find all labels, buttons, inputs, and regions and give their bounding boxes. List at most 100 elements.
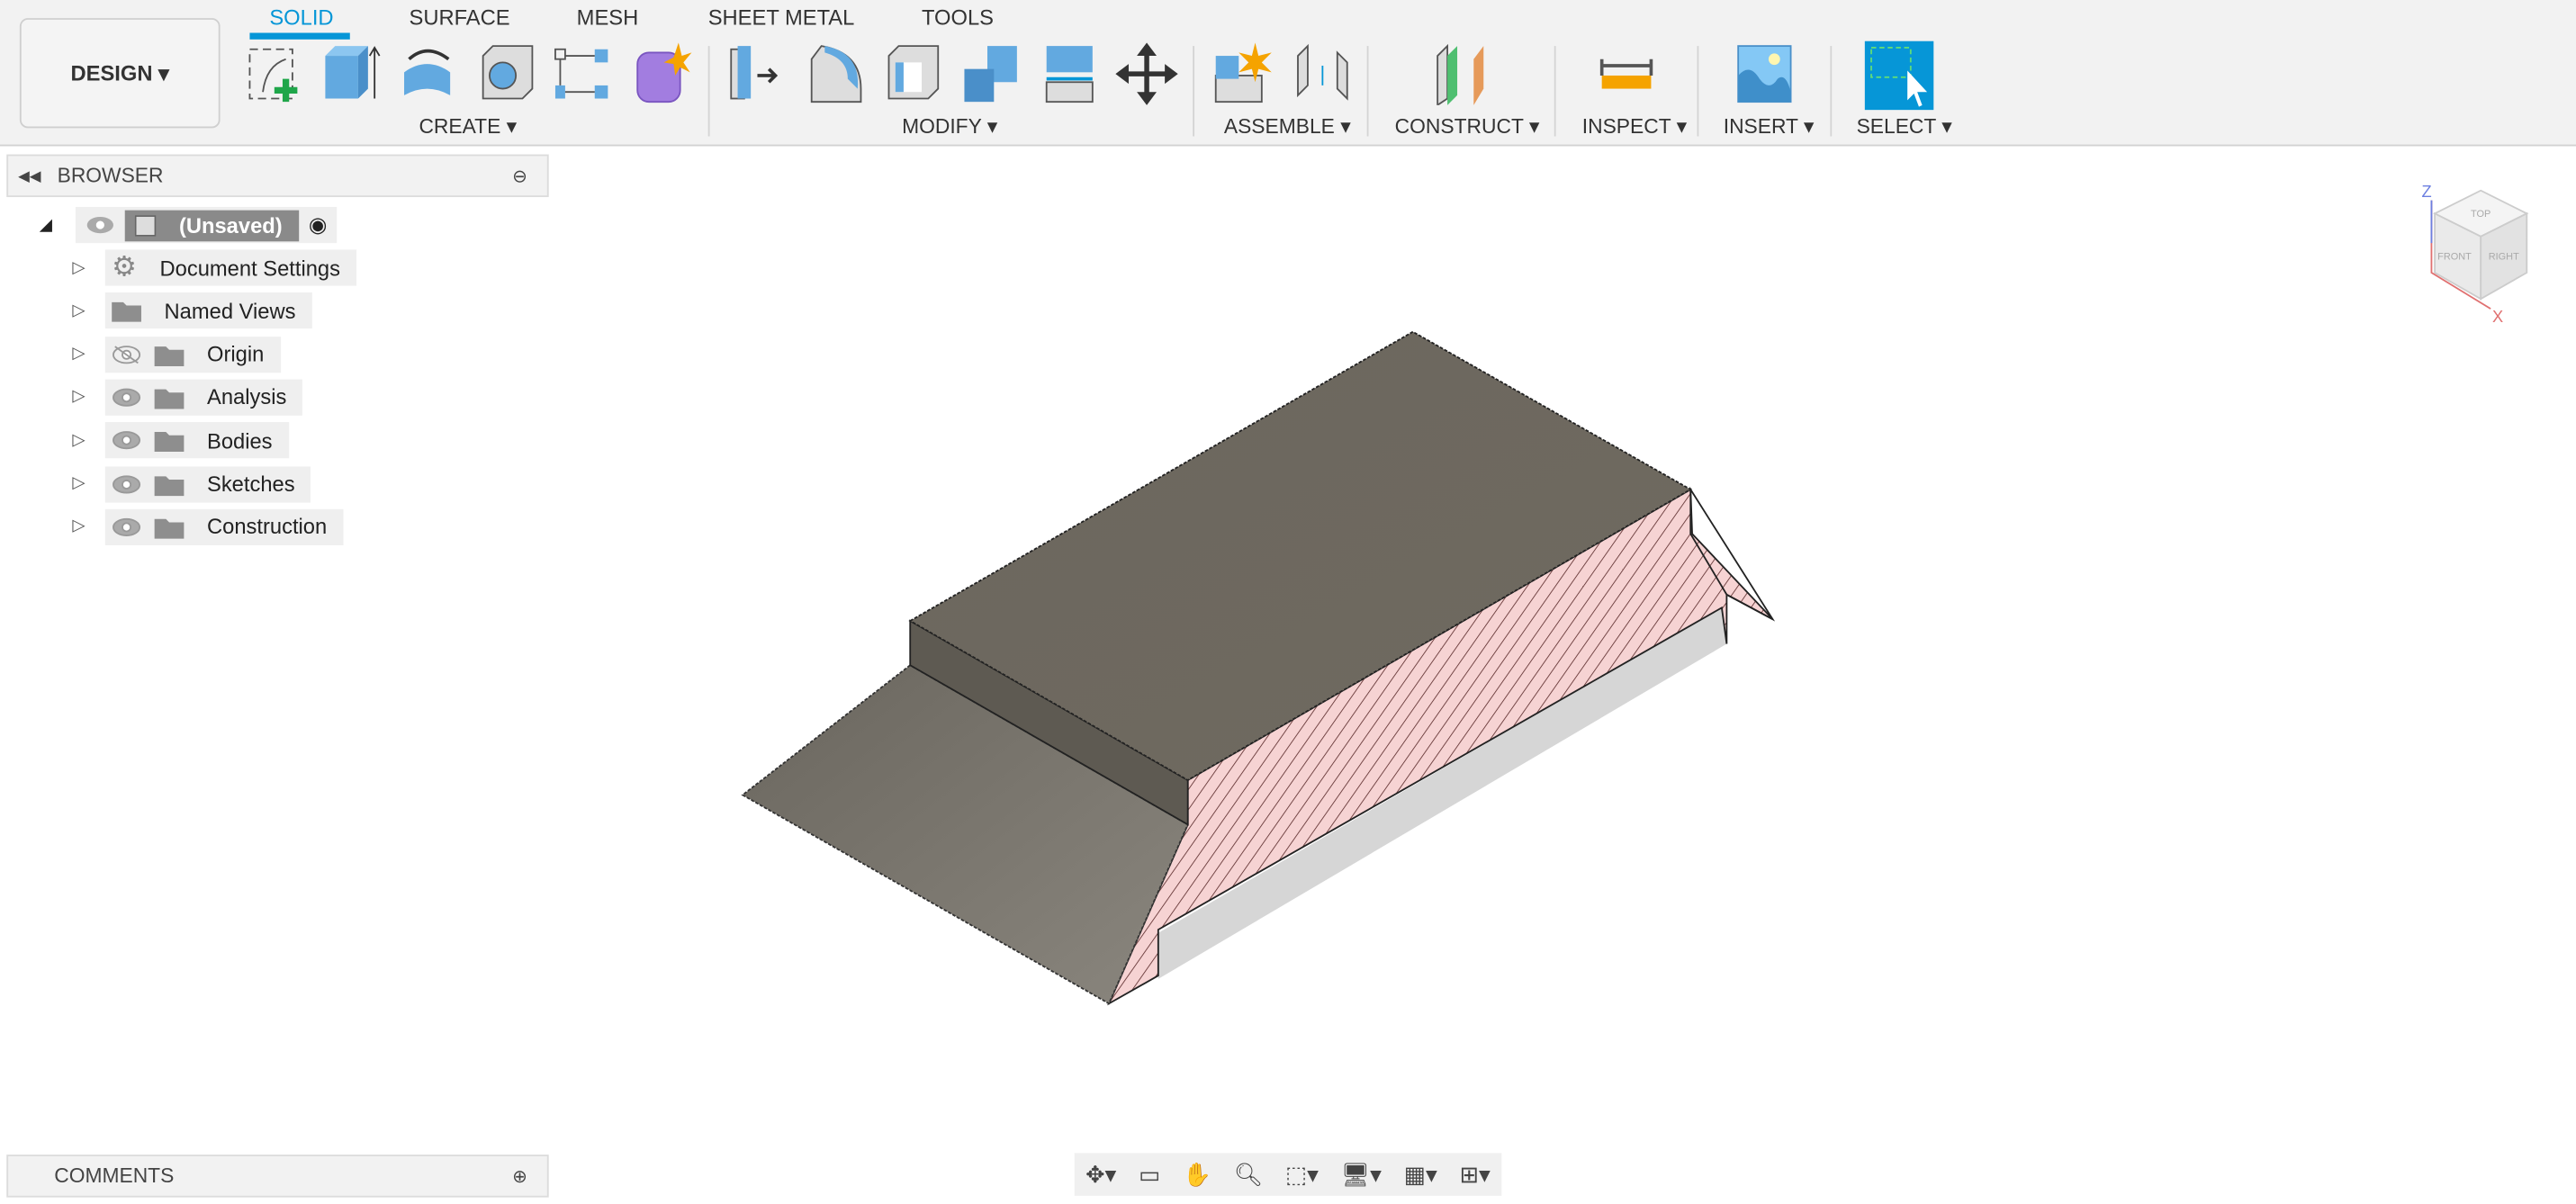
eye-icon[interactable] <box>112 474 141 494</box>
fillet-icon[interactable] <box>805 42 867 104</box>
assemble-menu[interactable]: ASSEMBLE ▾ <box>1224 113 1351 139</box>
viewports-icon[interactable]: ⊞▾ <box>1460 1161 1491 1189</box>
toolbar: DESIGN ▾ SOLID SURFACE MESH SHEET METAL … <box>0 0 2576 147</box>
browser-item[interactable]: ▷ Bodies <box>72 422 289 459</box>
tab-surface[interactable]: SURFACE <box>409 4 509 29</box>
model-canvas[interactable] <box>550 146 2576 1147</box>
eye-icon[interactable] <box>112 431 141 451</box>
expand-triangle-icon[interactable]: ▷ <box>72 518 105 536</box>
divider <box>1366 46 1369 137</box>
orbit-icon[interactable]: ✥▾ <box>1085 1161 1116 1189</box>
viewport[interactable] <box>550 146 2576 1147</box>
extrude-icon[interactable] <box>319 42 381 104</box>
joint-icon[interactable] <box>1292 42 1354 104</box>
fit-window-icon[interactable]: ⬚▾ <box>1285 1161 1319 1189</box>
folder-icon <box>154 432 185 453</box>
tab-sheet-metal[interactable]: SHEET METAL <box>708 4 855 29</box>
create-sketch-icon[interactable] <box>243 42 305 104</box>
shell-icon[interactable] <box>882 42 944 104</box>
divider <box>707 46 710 137</box>
browser-item-label: Named Views <box>164 298 296 324</box>
folder-icon <box>154 389 185 409</box>
browser-item[interactable]: ▷ Named Views <box>72 292 312 329</box>
browser-item-label: Origin <box>206 341 265 367</box>
browser-item-label: Bodies <box>206 427 273 454</box>
press-pull-icon[interactable] <box>725 42 787 104</box>
browser-item[interactable]: ▷ Construction <box>72 508 344 545</box>
folder-icon <box>154 518 185 539</box>
browser-item-label: Sketches <box>206 471 295 497</box>
move-copy-icon[interactable] <box>1115 42 1178 105</box>
axis-x-label: X <box>2492 307 2503 326</box>
viewcube-right: RIGHT <box>2489 251 2519 262</box>
inspect-menu[interactable]: INSPECT ▾ <box>1582 113 1687 139</box>
expand-triangle-icon[interactable]: ◢ <box>40 216 76 234</box>
expand-triangle-icon[interactable]: ▷ <box>72 475 105 493</box>
hole-icon[interactable] <box>476 42 538 104</box>
expand-triangle-icon[interactable]: ▷ <box>72 345 105 363</box>
display-settings-icon[interactable]: 🖥︎▾ <box>1341 1161 1382 1189</box>
collapse-panel-icon[interactable]: ◀◀ <box>18 166 41 184</box>
view-cube[interactable]: TOP FRONT RIGHT Z X <box>2415 177 2546 325</box>
pattern-icon[interactable] <box>552 42 614 104</box>
offset-plane-icon[interactable] <box>1431 42 1493 105</box>
activate-radio-icon[interactable]: ◉ <box>309 211 328 238</box>
browser-item-label: Document Settings <box>159 255 341 281</box>
browser-options-icon[interactable]: ⊖ <box>512 165 527 186</box>
select-menu[interactable]: SELECT ▾ <box>1857 113 1952 139</box>
pan-hand-icon[interactable]: ✋ <box>1183 1161 1211 1189</box>
divider <box>1554 46 1556 137</box>
folder-icon <box>154 475 185 496</box>
create-menu[interactable]: CREATE ▾ <box>419 113 517 139</box>
add-comment-icon[interactable]: ⊕ <box>512 1165 527 1187</box>
look-at-icon[interactable]: ▭ <box>1139 1161 1160 1189</box>
axis-z-label: Z <box>2421 182 2431 201</box>
comments-title: COMMENTS <box>54 1164 175 1188</box>
active-tab-indicator <box>249 32 350 40</box>
browser-item-label: Analysis <box>206 384 287 410</box>
root-label[interactable]: (Unsaved) <box>124 209 299 241</box>
browser-item[interactable]: ▷ Sketches <box>72 465 311 502</box>
divider <box>1193 46 1194 137</box>
divider <box>1697 46 1699 137</box>
component-icon <box>134 214 157 236</box>
expand-triangle-icon[interactable]: ▷ <box>72 388 105 406</box>
comments-panel[interactable]: COMMENTS ⊕ <box>6 1155 549 1198</box>
viewcube-front: FRONT <box>2437 251 2472 262</box>
construct-menu[interactable]: CONSTRUCT ▾ <box>1395 113 1540 139</box>
navigation-bar: ✥▾ ▭ ✋ 🔍︎ ⬚▾ 🖥︎▾ ▦▾ ⊞▾ <box>1074 1153 1502 1196</box>
grid-settings-icon[interactable]: ▦▾ <box>1404 1161 1437 1189</box>
eye-icon[interactable] <box>86 215 115 235</box>
eye-hidden-icon[interactable] <box>112 345 141 364</box>
browser-panel-header[interactable]: ◀◀ BROWSER ⊖ <box>6 154 549 198</box>
browser-item-label: Construction <box>206 514 328 540</box>
split-body-icon[interactable] <box>1040 42 1102 104</box>
tab-tools[interactable]: TOOLS <box>922 4 994 29</box>
browser-item[interactable]: ▷ Analysis <box>72 379 303 416</box>
combine-icon[interactable] <box>961 42 1023 104</box>
gear-icon: ⚙ <box>112 251 137 283</box>
expand-triangle-icon[interactable]: ▷ <box>72 258 105 276</box>
browser-item[interactable]: ▷ ⚙ Document Settings <box>72 249 357 286</box>
divider <box>1830 46 1833 137</box>
measure-icon[interactable] <box>1595 42 1657 104</box>
select-icon[interactable] <box>1864 40 1934 111</box>
tab-mesh[interactable]: MESH <box>577 4 639 29</box>
viewcube-top: TOP <box>2471 209 2490 220</box>
eye-icon[interactable] <box>112 388 141 408</box>
modify-menu[interactable]: MODIFY ▾ <box>902 113 997 139</box>
folder-icon <box>112 302 141 323</box>
browser-root[interactable]: ◢ (Unsaved) ◉ <box>40 206 338 244</box>
expand-triangle-icon[interactable]: ▷ <box>72 301 105 319</box>
zoom-icon[interactable]: 🔍︎ <box>1234 1161 1263 1189</box>
workspace-switcher[interactable]: DESIGN ▾ <box>19 18 221 129</box>
tab-solid[interactable]: SOLID <box>269 4 333 29</box>
eye-icon[interactable] <box>112 517 141 537</box>
create-form-icon[interactable] <box>631 42 693 104</box>
insert-image-icon[interactable] <box>1734 42 1796 104</box>
expand-triangle-icon[interactable]: ▷ <box>72 431 105 449</box>
revolve-icon[interactable] <box>396 42 458 104</box>
insert-menu[interactable]: INSERT ▾ <box>1724 113 1815 139</box>
browser-item[interactable]: ▷ Origin <box>72 336 281 373</box>
new-component-icon[interactable] <box>1212 42 1274 104</box>
